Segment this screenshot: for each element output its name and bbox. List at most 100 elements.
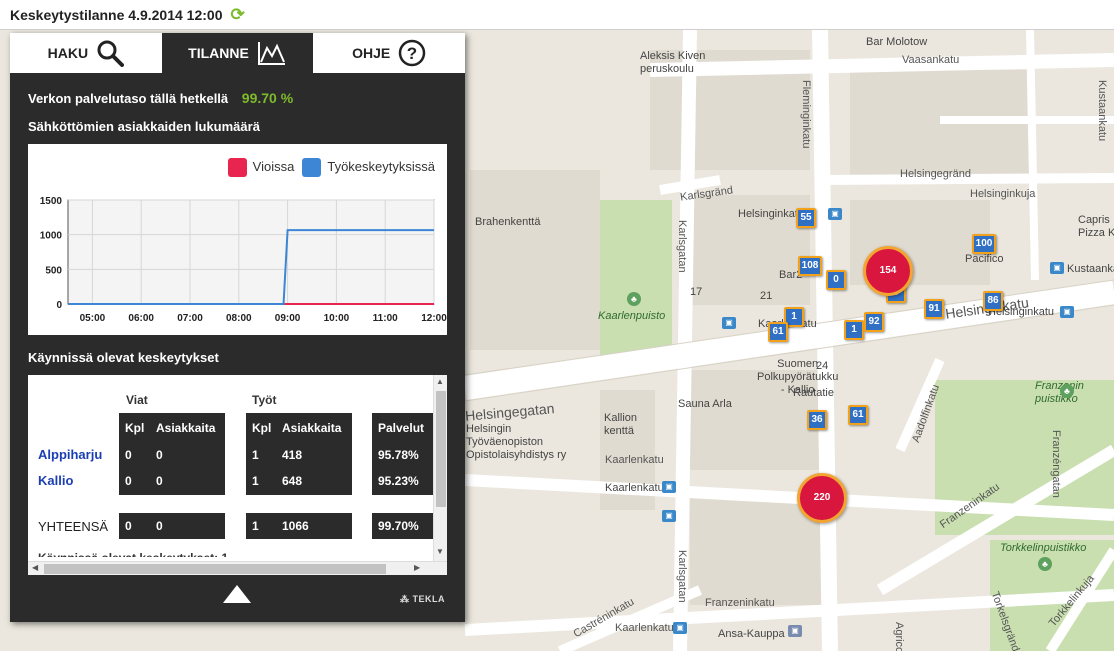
mountain-chart-icon — [257, 42, 285, 65]
page-title: Keskeytystilanne 4.9.2014 12:00 — [10, 6, 223, 23]
outage-marker[interactable]: 100 — [972, 234, 996, 254]
col-header: Palvelut — [378, 421, 425, 435]
total-faults: 0 0 — [119, 513, 225, 539]
outage-marker[interactable]: 1 — [844, 320, 864, 340]
cell: 99.70% — [378, 519, 419, 533]
street-label: Kaarlenkatu — [605, 454, 664, 466]
outage-marker[interactable]: 61 — [768, 322, 788, 342]
refresh-icon[interactable]: ⟳ — [230, 6, 244, 23]
legend-label: Vioissa — [252, 158, 295, 174]
horizontal-scrollbar[interactable]: ◀ ▶ — [28, 561, 447, 575]
y-tick-label: 0 — [56, 300, 62, 311]
block-number: 24 — [816, 360, 829, 372]
total-service: 99.70% — [372, 513, 433, 539]
poi-label: Sauna Arla — [678, 398, 732, 410]
cell: 0 — [156, 474, 163, 488]
poi-label: Ansa-Kauppa — [718, 628, 785, 640]
outage-marker[interactable]: 108 — [798, 256, 822, 276]
brand-text: TEKLA — [412, 594, 445, 604]
search-icon — [97, 40, 125, 67]
cell: 1 — [252, 448, 259, 462]
x-tick-label: 09:00 — [275, 313, 301, 324]
bus-stop-icon: ▣ — [673, 622, 687, 634]
service-level: Verkon palvelutaso tällä hetkellä 99.70 … — [28, 90, 293, 106]
legend-item-work[interactable]: Työkeskeytyksissä — [302, 158, 435, 177]
tab-bar: HAKU TILANNE OHJE ? — [10, 33, 466, 73]
poi-label: Helsinginkatu — [738, 208, 805, 220]
x-tick-label: 10:00 — [324, 313, 350, 324]
y-tick-label: 1000 — [40, 231, 63, 242]
cluster-marker[interactable]: 154 — [863, 246, 913, 296]
outage-marker[interactable]: 92 — [864, 312, 884, 332]
cell: 1 — [252, 474, 259, 488]
outage-marker[interactable]: 91 — [924, 299, 944, 319]
scroll-up-icon[interactable]: ▲ — [436, 377, 444, 386]
group-header-faults: Viat — [126, 393, 148, 407]
poi-label: Kustaankatu — [1067, 263, 1114, 275]
scroll-thumb[interactable] — [436, 391, 446, 507]
area-link-alppiharju[interactable]: Alppiharju — [38, 447, 102, 462]
outage-table: Viat Työt Kpl Asiakkaita 0 0 0 0 Kpl Asi… — [28, 375, 447, 575]
park-icon: ♣ — [627, 292, 641, 306]
top-bar: Keskeytystilanne 4.9.2014 12:00 ⟳ — [0, 0, 1114, 30]
tab-tilanne[interactable]: TILANNE — [161, 33, 314, 73]
cell: 0 — [156, 448, 163, 462]
cluster-marker[interactable]: 220 — [797, 473, 847, 523]
poi-label: Helsingin Työväenopiston Opistolaisyhdis… — [466, 423, 567, 461]
scroll-thumb[interactable] — [44, 564, 386, 574]
x-tick-label: 07:00 — [177, 313, 203, 324]
street-label: Helsinginkuja — [970, 188, 1036, 200]
ongoing-title: Käynnissä olevat keskeytykset — [28, 350, 219, 365]
scroll-down-icon[interactable]: ▼ — [436, 547, 444, 556]
poi-label: Aleksis Kiven peruskoulu — [640, 50, 706, 75]
legend-item-faults[interactable]: Vioissa — [227, 158, 295, 177]
outage-marker[interactable]: 55 — [796, 208, 816, 228]
street-label: Karlsgatan — [676, 550, 688, 603]
chart-container: Vioissa Työkeskeytyksissä 1500 1000 500 0 05… — [28, 144, 447, 335]
bus-stop-icon: ▣ — [722, 317, 736, 329]
vertical-scrollbar[interactable]: ▲ ▼ — [433, 375, 447, 561]
poi-label: Kaarlenkatu — [605, 482, 664, 494]
outage-marker[interactable]: 36 — [807, 410, 827, 430]
street-label: Karlsgatan — [676, 220, 688, 273]
faults-block: Kpl Asiakkaita 0 0 0 0 — [119, 413, 225, 495]
street-label: Vaasankatu — [902, 54, 960, 66]
col-header: Kpl — [252, 421, 272, 435]
x-tick-label: 06:00 — [128, 313, 154, 324]
legend-swatch — [227, 158, 247, 177]
bus-stop-icon: ▣ — [662, 510, 676, 522]
block-number: 21 — [760, 290, 773, 302]
poi-label: Kallion kenttä — [604, 412, 638, 437]
y-tick-label: 500 — [45, 265, 62, 276]
bus-stop-icon: ▣ — [662, 481, 676, 493]
scroll-left-icon[interactable]: ◀ — [32, 563, 38, 572]
street-label: Kustaankatu — [1096, 80, 1108, 142]
shop-icon: ▣ — [788, 625, 802, 637]
col-header: Asiakkaita — [156, 421, 216, 435]
outage-marker[interactable]: 86 — [983, 291, 1003, 311]
area-link-kallio[interactable]: Kallio — [38, 473, 73, 488]
group-header-work: Työt — [252, 393, 277, 407]
tab-ohje[interactable]: OHJE ? — [313, 33, 466, 73]
outage-marker[interactable]: 61 — [848, 405, 868, 425]
tab-haku[interactable]: HAKU — [10, 33, 162, 73]
park-icon: ♣ — [1060, 384, 1074, 398]
cell: 95.23% — [378, 474, 419, 488]
block-number: 17 — [690, 286, 703, 298]
poi-label: Capris Pizza Kebab — [1078, 214, 1114, 239]
service-block: Palvelut 95.78% 95.23% — [372, 413, 433, 495]
tab-label: TILANNE — [188, 45, 249, 61]
street-label: Helsingegränd — [900, 168, 971, 180]
x-tick-label: 05:00 — [80, 313, 106, 324]
poi-label: Bar Molotow — [866, 36, 928, 48]
cutoff-text: Käynnissä olevat keskeytykset: 1 — [38, 551, 228, 557]
tram-stop-icon: ▣ — [1050, 262, 1064, 274]
help-circle-icon: ? — [398, 39, 426, 67]
triangle-up-icon[interactable] — [223, 585, 251, 603]
legend-swatch — [302, 158, 322, 177]
cell: 1 — [252, 519, 259, 533]
chart-legend: Vioissa Työkeskeytyksissä — [227, 158, 435, 177]
outage-marker[interactable]: 0 — [826, 270, 846, 290]
scroll-right-icon[interactable]: ▶ — [414, 563, 420, 572]
y-tick-label: 1500 — [40, 196, 63, 207]
